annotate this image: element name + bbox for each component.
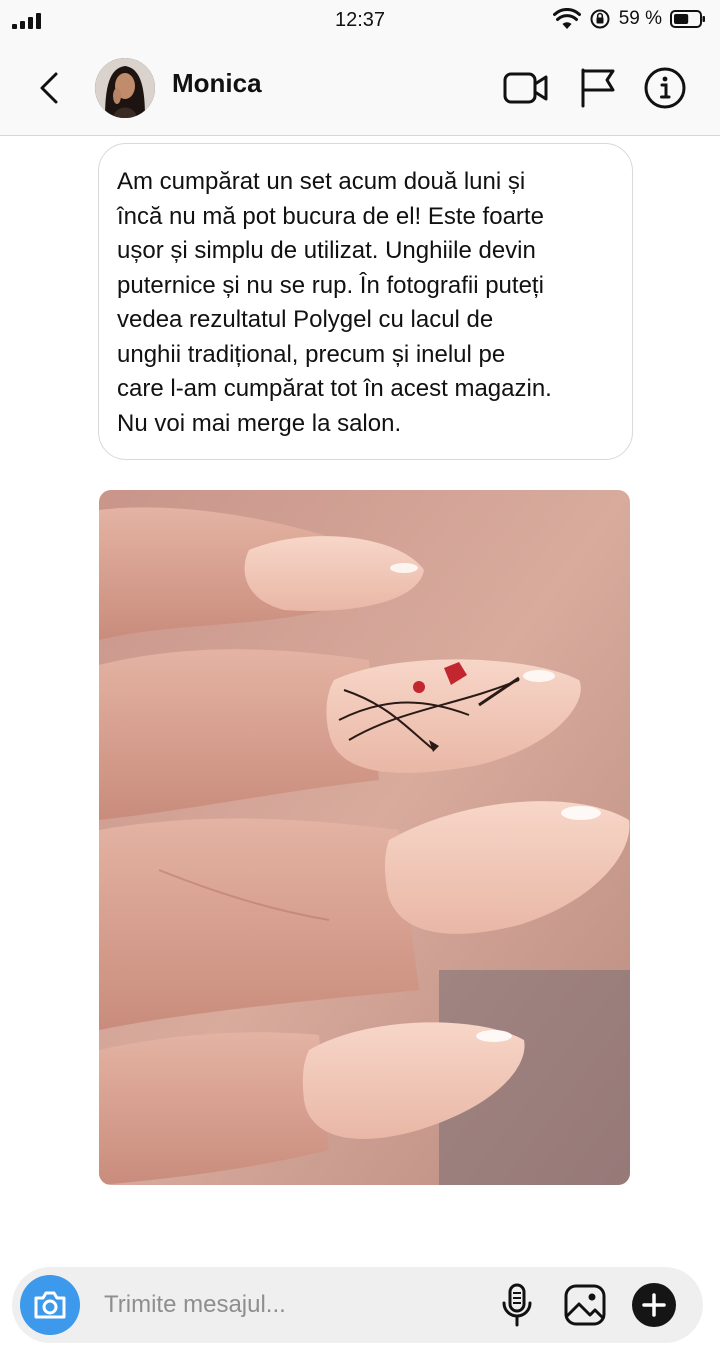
message-line: unghii tradițional, precum și inelul pe [117, 340, 506, 368]
video-call-icon[interactable] [503, 66, 549, 110]
orientation-lock-icon [590, 9, 610, 29]
message-bubble[interactable]: Am cumpărat un set acum două luni și înc… [98, 143, 633, 460]
message-line: Nu voi mai merge la salon. [117, 409, 402, 437]
plus-icon [642, 1293, 666, 1317]
wifi-icon [552, 8, 581, 29]
nail-photo [99, 490, 630, 1185]
chat-header: Monica [0, 40, 720, 136]
battery-icon [670, 10, 705, 28]
status-bar: 12:37 59 % [0, 0, 720, 40]
message-line: vedea rezultatul Polygel cu lacul de [117, 306, 494, 333]
message-line: care l-am cumpărat tot în acest magazin. [117, 375, 552, 402]
microphone-icon[interactable] [499, 1283, 535, 1327]
photo-attachment[interactable] [99, 490, 630, 1185]
message-line: puternice și nu se rup. În fotografii pu… [117, 271, 544, 299]
message-input[interactable] [104, 1285, 484, 1325]
message-text: Am cumpărat un set acum două luni și înc… [117, 165, 614, 441]
back-arrow-icon[interactable] [30, 68, 70, 108]
add-button[interactable] [632, 1283, 676, 1327]
message-line: Am cumpărat un set acum două luni și [117, 168, 526, 195]
camera-icon [34, 1291, 66, 1319]
camera-button[interactable] [20, 1275, 80, 1335]
flag-icon[interactable] [577, 66, 623, 110]
contact-name[interactable]: Monica [172, 68, 262, 99]
gallery-icon[interactable] [563, 1283, 607, 1327]
message-line: ușor și simplu de utilizat. Unghiile dev… [117, 237, 536, 264]
battery-percent: 59 % [618, 8, 662, 29]
message-composer [12, 1267, 703, 1343]
info-icon[interactable] [643, 66, 689, 110]
avatar[interactable] [95, 58, 155, 118]
message-line: încă nu mă pot bucura de el! Este foarte [117, 202, 544, 230]
